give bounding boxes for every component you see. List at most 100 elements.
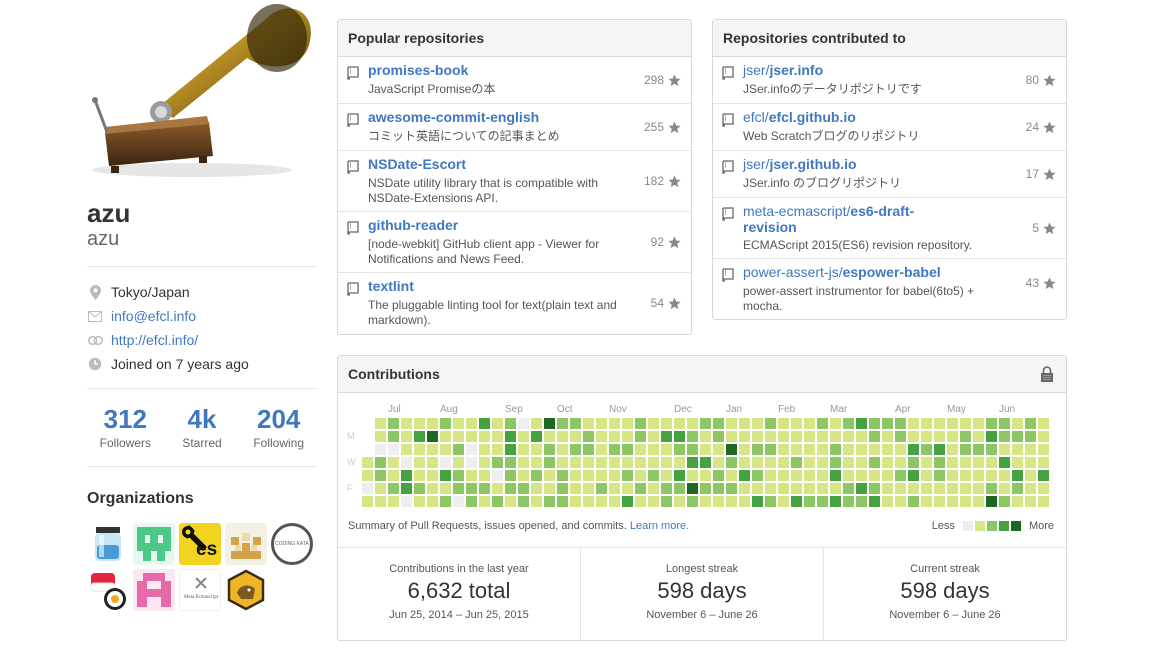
contribution-day[interactable]: [830, 496, 841, 507]
contribution-day[interactable]: [557, 444, 568, 455]
org-avatar-brown-pixel[interactable]: [225, 523, 267, 565]
contribution-day[interactable]: [466, 470, 477, 481]
contribution-day[interactable]: [739, 418, 750, 429]
contribution-day[interactable]: [921, 431, 932, 442]
contribution-day[interactable]: [713, 444, 724, 455]
contribution-day[interactable]: [570, 483, 581, 494]
repo-stars[interactable]: 43: [1026, 276, 1056, 290]
contribution-day[interactable]: [830, 431, 841, 442]
lock-icon[interactable]: [1040, 366, 1054, 382]
repo-name[interactable]: NSDate-Escort: [368, 156, 618, 172]
repo-name[interactable]: promises-book: [368, 62, 618, 78]
contribution-day[interactable]: [895, 470, 906, 481]
contribution-day[interactable]: [895, 444, 906, 455]
contribution-day[interactable]: [947, 444, 958, 455]
contribution-day[interactable]: [375, 444, 386, 455]
contribution-day[interactable]: [1025, 431, 1036, 442]
contribution-day[interactable]: [739, 496, 750, 507]
contribution-day[interactable]: [375, 457, 386, 468]
popular-repo-item[interactable]: NSDate-Escort NSDate utility library tha…: [338, 151, 691, 212]
contribution-day[interactable]: [999, 457, 1010, 468]
contribution-day[interactable]: [661, 470, 672, 481]
org-avatar-coding-kata[interactable]: CODING KATA: [271, 523, 313, 565]
contribution-day[interactable]: [674, 483, 685, 494]
contribution-day[interactable]: [817, 470, 828, 481]
contribution-day[interactable]: [531, 431, 542, 442]
contribution-day[interactable]: [778, 496, 789, 507]
contributed-repo-item[interactable]: jser/jser.info JSer.infoのデータリポジトリです 80: [713, 57, 1066, 104]
contribution-day[interactable]: [817, 431, 828, 442]
contribution-day[interactable]: [518, 418, 529, 429]
contribution-day[interactable]: [674, 470, 685, 481]
contribution-day[interactable]: [869, 470, 880, 481]
contribution-day[interactable]: [388, 470, 399, 481]
contribution-day[interactable]: [843, 496, 854, 507]
contribution-day[interactable]: [687, 431, 698, 442]
contribution-day[interactable]: [908, 418, 919, 429]
contribution-day[interactable]: [791, 470, 802, 481]
contribution-day[interactable]: [1038, 444, 1049, 455]
contribution-day[interactable]: [414, 457, 425, 468]
contribution-day[interactable]: [1025, 470, 1036, 481]
contribution-day[interactable]: [414, 444, 425, 455]
contribution-day[interactable]: [596, 418, 607, 429]
contribution-day[interactable]: [648, 483, 659, 494]
repo-stars[interactable]: 54: [651, 296, 681, 310]
contribution-day[interactable]: [908, 457, 919, 468]
contribution-day[interactable]: [492, 431, 503, 442]
contribution-day[interactable]: [934, 444, 945, 455]
contribution-day[interactable]: [531, 457, 542, 468]
contribution-day[interactable]: [804, 418, 815, 429]
contribution-day[interactable]: [635, 496, 646, 507]
contribution-day[interactable]: [856, 483, 867, 494]
contribution-day[interactable]: [414, 431, 425, 442]
contribution-day[interactable]: [544, 496, 555, 507]
contribution-day[interactable]: [401, 470, 412, 481]
contribution-day[interactable]: [375, 483, 386, 494]
contribution-day[interactable]: [687, 444, 698, 455]
contribution-day[interactable]: [622, 496, 633, 507]
contribution-day[interactable]: [570, 457, 581, 468]
contribution-day[interactable]: [856, 444, 867, 455]
contribution-day[interactable]: [999, 496, 1010, 507]
contribution-day[interactable]: [739, 470, 750, 481]
contribution-day[interactable]: [817, 418, 828, 429]
contribution-day[interactable]: [700, 496, 711, 507]
contribution-day[interactable]: [557, 496, 568, 507]
contributed-repo-item[interactable]: jser/jser.github.io JSer.info のブログリポジトリ …: [713, 151, 1066, 198]
contribution-day[interactable]: [830, 418, 841, 429]
contribution-day[interactable]: [1012, 470, 1023, 481]
contribution-day[interactable]: [570, 444, 581, 455]
contribution-day[interactable]: [791, 483, 802, 494]
contribution-day[interactable]: [557, 457, 568, 468]
contribution-day[interactable]: [882, 457, 893, 468]
contribution-day[interactable]: [1025, 444, 1036, 455]
contribution-day[interactable]: [648, 457, 659, 468]
popular-repo-item[interactable]: promises-book JavaScript Promiseの本 298: [338, 57, 691, 104]
contribution-day[interactable]: [960, 496, 971, 507]
contribution-day[interactable]: [973, 418, 984, 429]
contribution-day[interactable]: [479, 431, 490, 442]
contribution-day[interactable]: [401, 457, 412, 468]
contribution-day[interactable]: [583, 431, 594, 442]
contribution-day[interactable]: [986, 457, 997, 468]
contribution-day[interactable]: [466, 444, 477, 455]
contribution-day[interactable]: [856, 496, 867, 507]
contribution-day[interactable]: [726, 483, 737, 494]
repo-stars[interactable]: 255: [644, 120, 681, 134]
contribution-day[interactable]: [1038, 483, 1049, 494]
contribution-day[interactable]: [687, 470, 698, 481]
contribution-day[interactable]: [609, 457, 620, 468]
contributed-repo-item[interactable]: efcl/efcl.github.io Web Scratchブログのリポジトリ…: [713, 104, 1066, 151]
contribution-day[interactable]: [778, 418, 789, 429]
contribution-day[interactable]: [440, 470, 451, 481]
contribution-day[interactable]: [1038, 470, 1049, 481]
contribution-day[interactable]: [453, 470, 464, 481]
contribution-day[interactable]: [388, 431, 399, 442]
contribution-day[interactable]: [518, 444, 529, 455]
contribution-day[interactable]: [817, 483, 828, 494]
contribution-day[interactable]: [1025, 483, 1036, 494]
contribution-day[interactable]: [570, 496, 581, 507]
contribution-day[interactable]: [882, 496, 893, 507]
contribution-day[interactable]: [882, 444, 893, 455]
